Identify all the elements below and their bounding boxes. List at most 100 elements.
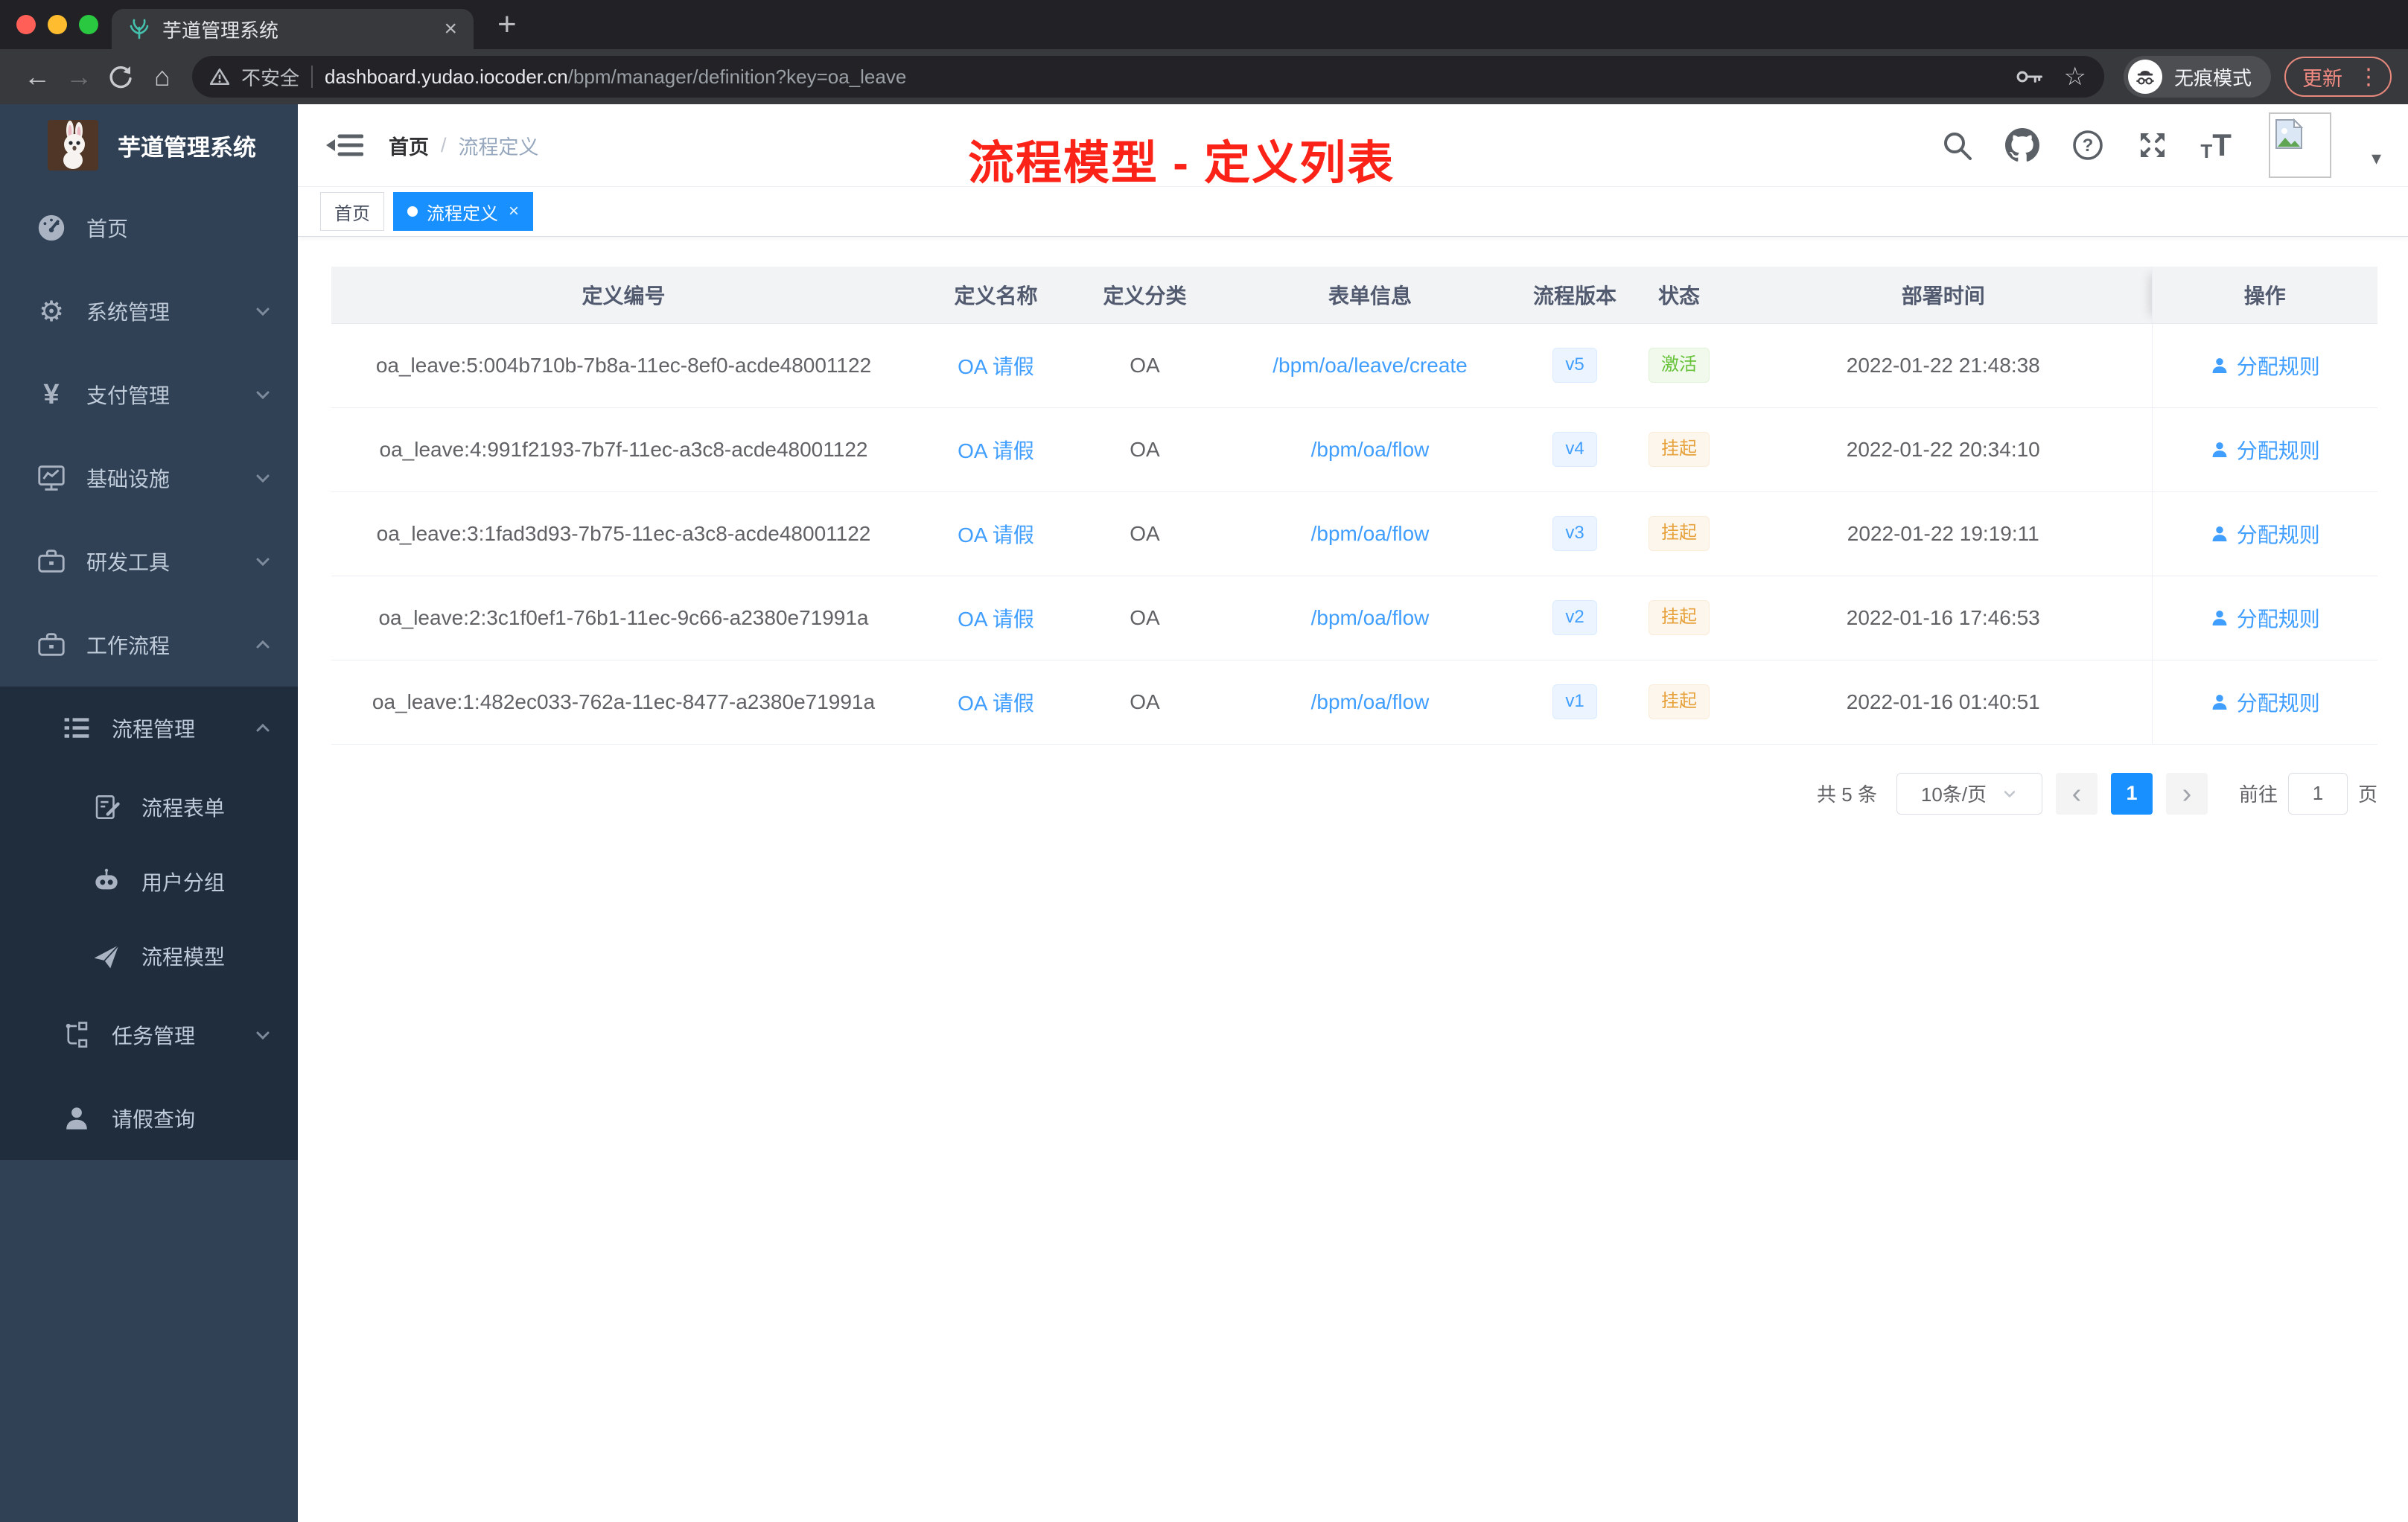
cell-category: OA (1076, 576, 1214, 660)
browser-update-button[interactable]: 更新 ⋮ (2284, 57, 2392, 97)
definition-name-link[interactable]: OA 请假 (958, 692, 1034, 715)
github-icon[interactable] (2005, 128, 2040, 162)
version-tag: v2 (1552, 600, 1597, 635)
sidebar-item-system[interactable]: ⚙ 系统管理 (0, 270, 298, 353)
prev-page-button[interactable]: ‹ (2055, 772, 2098, 815)
assign-rule-button[interactable]: 分配规则 (2210, 603, 2320, 633)
sidebar-item-label: 首页 (86, 217, 129, 241)
assign-rule-button[interactable]: 分配规则 (2210, 351, 2320, 380)
definition-name-link[interactable]: OA 请假 (958, 439, 1034, 462)
address-bar[interactable]: 不安全 dashboard.yudao.iocoder.cn/bpm/manag… (192, 56, 2104, 98)
page-jump-input[interactable] (2287, 772, 2348, 815)
sidebar-item-workflow[interactable]: 工作流程 (0, 603, 298, 687)
list-icon (60, 713, 94, 743)
form-link[interactable]: /bpm/oa/flow (1311, 522, 1430, 545)
app-window: 芋道管理系统 首页 ⚙ 系统管理 ¥ 支付管理 基础设施 研发工具 工作流程 流… (0, 104, 2408, 1522)
sidebar-item-infrastructure[interactable]: 基础设施 (0, 436, 298, 520)
sidebar: 芋道管理系统 首页 ⚙ 系统管理 ¥ 支付管理 基础设施 研发工具 工作流程 流… (0, 104, 298, 1522)
pagination: 共 5 条 10条/页 ‹ 1 › 前往 页 (298, 772, 2377, 815)
incognito-icon (2127, 60, 2162, 94)
person-icon (2212, 694, 2227, 710)
tag-close-icon[interactable]: × (509, 203, 519, 220)
chevron-down-icon (253, 468, 273, 488)
cell-deploy-time: 2022-01-16 01:40:51 (1735, 660, 2152, 745)
caret-down-icon[interactable]: ▾ (2372, 147, 2381, 170)
browser-tab[interactable]: 芋道管理系统 × (112, 9, 474, 49)
tag-home[interactable]: 首页 (320, 192, 384, 231)
sidebar-item-user-group[interactable]: 用户分组 (0, 844, 298, 919)
definition-name-link[interactable]: OA 请假 (958, 608, 1034, 631)
search-icon[interactable] (1940, 128, 1974, 162)
form-link[interactable]: /bpm/oa/flow (1311, 438, 1430, 461)
font-size-icon[interactable]: TT (2200, 130, 2232, 162)
version-tag: v3 (1552, 516, 1597, 551)
definition-name-link[interactable]: OA 请假 (958, 355, 1034, 378)
app-title: 芋道管理系统 (118, 134, 256, 161)
page-size-select[interactable]: 10条/页 (1896, 772, 2042, 815)
forward-icon[interactable]: → (58, 61, 100, 92)
sidebar-item-dev-tools[interactable]: 研发工具 (0, 520, 298, 603)
page-number-active[interactable]: 1 (2110, 772, 2153, 815)
select-caret-icon (2004, 790, 2016, 797)
sidebar-item-label: 系统管理 (86, 301, 171, 324)
col-definition-id: 定义编号 (331, 267, 916, 324)
bookmark-star-icon[interactable]: ☆ (2064, 62, 2086, 92)
sidebar-item-process-management[interactable]: 流程管理 (0, 687, 298, 770)
window-zoom-button[interactable] (79, 15, 98, 34)
tag-process-definition[interactable]: 流程定义 × (393, 192, 534, 231)
home-icon[interactable]: ⌂ (141, 61, 183, 92)
sidebar-item-label: 任务管理 (112, 1025, 196, 1048)
sidebar-collapse-icon[interactable] (325, 129, 363, 162)
tab-title: 芋道管理系统 (162, 19, 279, 42)
gear-icon: ⚙ (38, 296, 65, 328)
tab-close-icon[interactable]: × (444, 16, 457, 42)
sidebar-item-label: 流程管理 (112, 718, 196, 741)
form-link[interactable]: /bpm/oa/flow (1311, 690, 1430, 713)
yen-icon: ¥ (43, 378, 60, 410)
back-icon[interactable]: ← (16, 61, 58, 92)
window-minimize-button[interactable] (48, 15, 67, 34)
next-page-button[interactable]: › (2165, 772, 2208, 815)
version-tag: v4 (1552, 432, 1597, 467)
sidebar-item-label: 用户分组 (141, 871, 226, 894)
cell-definition-id: oa_leave:1:482ec033-762a-11ec-8477-a2380… (331, 660, 916, 745)
sidebar-item-task-management[interactable]: 任务管理 (0, 993, 298, 1077)
password-key-icon[interactable] (2015, 62, 2045, 92)
breadcrumb: 首页 / 流程定义 (389, 131, 539, 160)
help-icon[interactable]: ? (2071, 128, 2105, 162)
assign-rule-button[interactable]: 分配规则 (2210, 519, 2320, 549)
definition-table: 定义编号 定义名称 定义分类 表单信息 流程版本 状态 部署时间 操作 oa_l… (331, 267, 2377, 745)
assign-rule-button[interactable]: 分配规则 (2210, 687, 2320, 717)
browser-menu-icon[interactable]: ⋮ (2357, 64, 2380, 90)
person-icon (60, 1104, 94, 1133)
sidebar-submenu-workflow: 流程管理 流程表单 用户分组 流程模型 任务管理 请假查询 (0, 687, 298, 1160)
sidebar-item-process-form[interactable]: 流程表单 (0, 770, 298, 844)
assign-rule-button[interactable]: 分配规则 (2210, 435, 2320, 465)
svg-text:?: ? (2083, 136, 2094, 156)
incognito-badge: 无痕模式 (2123, 56, 2271, 98)
definition-name-link[interactable]: OA 请假 (958, 523, 1034, 547)
reload-icon[interactable] (100, 63, 141, 91)
breadcrumb-home[interactable]: 首页 (389, 131, 429, 160)
window-close-button[interactable] (16, 15, 36, 34)
sidebar-item-process-model[interactable]: 流程模型 (0, 919, 298, 993)
url-text[interactable]: dashboard.yudao.iocoder.cn/bpm/manager/d… (325, 66, 2002, 89)
status-badge: 挂起 (1649, 516, 1710, 551)
chevron-up-icon (253, 635, 273, 655)
main-area: 首页 / 流程定义 流程模型 - 定义列表 ? T T ▾ 首页 流程定义 × … (298, 104, 2408, 1522)
person-icon (2212, 526, 2227, 541)
form-link[interactable]: /bpm/oa/leave/create (1273, 354, 1468, 377)
new-tab-button[interactable]: + (497, 0, 517, 49)
sidebar-item-leave-query[interactable]: 请假查询 (0, 1077, 298, 1160)
security-label[interactable]: 不安全 (241, 63, 299, 91)
window-controls (16, 15, 98, 34)
sidebar-item-home[interactable]: 首页 (0, 186, 298, 270)
toolbox-icon (34, 546, 69, 577)
sidebar-item-payment[interactable]: ¥ 支付管理 (0, 353, 298, 436)
cell-category: OA (1076, 491, 1214, 576)
status-badge: 激活 (1649, 348, 1710, 383)
form-link[interactable]: /bpm/oa/flow (1311, 606, 1430, 629)
fullscreen-icon[interactable] (2136, 129, 2169, 162)
cell-definition-id: oa_leave:4:991f2193-7b7f-11ec-a3c8-acde4… (331, 407, 916, 492)
user-avatar[interactable] (2268, 112, 2331, 178)
